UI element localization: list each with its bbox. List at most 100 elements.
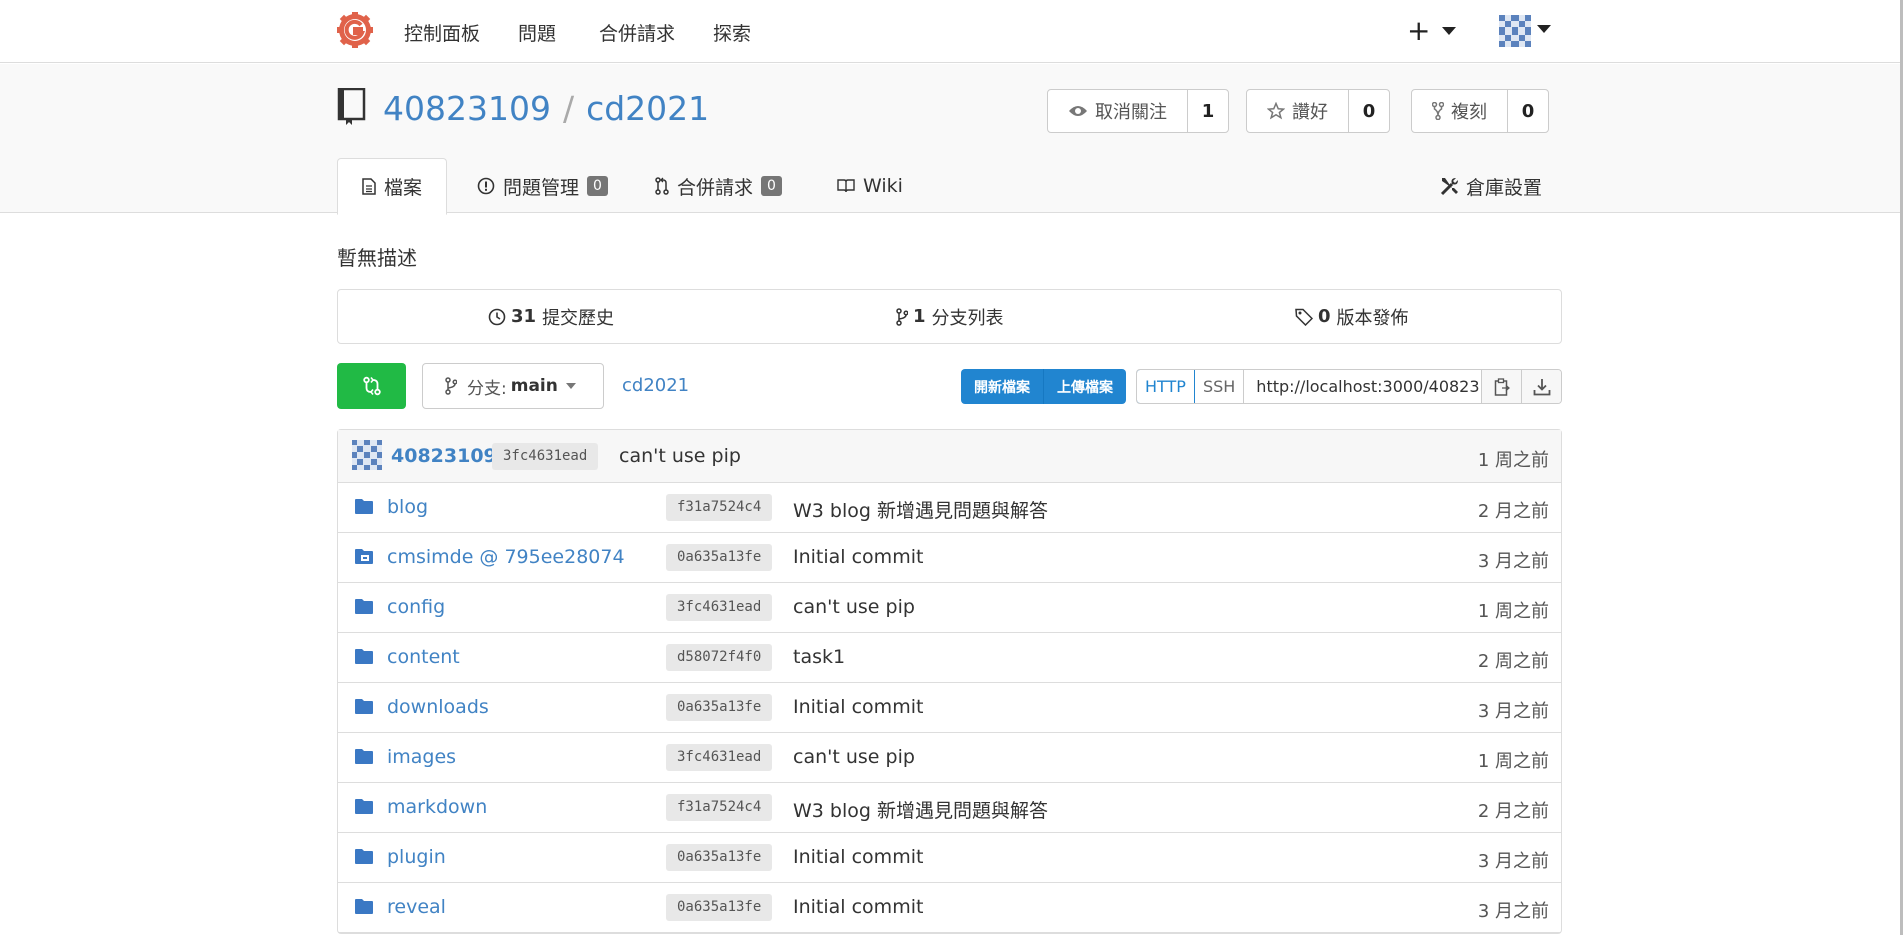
file-commit-sha[interactable]: 0a635a13fe [666, 894, 773, 921]
file-commit-age: 1 周之前 [1477, 751, 1549, 772]
fork-icon [1432, 102, 1444, 120]
tab-settings[interactable]: 倉庫設置 [1440, 158, 1542, 214]
file-commit-sha[interactable]: 0a635a13fe [666, 694, 773, 721]
file-commit-message[interactable]: task1 [793, 646, 845, 668]
user-avatar[interactable] [1499, 15, 1531, 47]
star-count[interactable]: 0 [1349, 90, 1389, 132]
branch-dropdown[interactable]: 分支: main [422, 363, 604, 409]
file-name-link[interactable]: cmsimde @ 795ee28074 [387, 546, 625, 568]
download-icon [1533, 378, 1551, 395]
file-commit-sha[interactable]: 0a635a13fe [666, 544, 773, 571]
file-commit-sha[interactable]: d58072f4f0 [666, 644, 773, 671]
chevron-down-icon[interactable] [1537, 25, 1551, 33]
star-button[interactable]: 讚好 [1247, 90, 1349, 132]
issues-count-badge: 0 [587, 176, 608, 196]
file-commit-message[interactable]: Initial commit [793, 546, 923, 568]
create-new-plus-icon[interactable]: + [1407, 14, 1430, 47]
clone-url-group: HTTP SSH http://localhost:3000/40823109/… [1136, 369, 1563, 404]
nav-dashboard[interactable]: 控制面板 [404, 19, 480, 46]
commits-count: 31 [511, 306, 537, 327]
releases-label: 版本發佈 [1336, 307, 1409, 329]
file-name-link[interactable]: config [387, 596, 445, 618]
file-commit-message[interactable]: can't use pip [793, 746, 915, 768]
file-name-link[interactable]: downloads [387, 696, 489, 718]
gogs-logo-icon[interactable] [337, 12, 373, 48]
tab-settings-label: 倉庫設置 [1466, 176, 1543, 199]
file-commit-sha[interactable]: f31a7524c4 [666, 494, 773, 521]
git-compare-icon [362, 376, 381, 396]
upload-file-button[interactable]: 上傳檔案 [1043, 369, 1126, 404]
tag-icon [1295, 308, 1313, 326]
file-commit-age: 3 月之前 [1477, 701, 1549, 722]
star-label: 讚好 [1292, 102, 1328, 123]
file-commit-message[interactable]: Initial commit [793, 846, 923, 868]
repo-root-breadcrumb[interactable]: cd2021 [622, 375, 689, 396]
tools-icon [1440, 178, 1458, 196]
watch-count[interactable]: 1 [1188, 90, 1228, 132]
file-name-link[interactable]: reveal [387, 896, 446, 918]
pulls-count-badge: 0 [761, 176, 782, 196]
copy-url-button[interactable] [1481, 370, 1522, 403]
file-commit-age: 2 月之前 [1477, 801, 1549, 822]
tab-files[interactable]: 檔案 [337, 158, 448, 215]
nav-issues[interactable]: 問題 [518, 19, 556, 46]
unwatch-label: 取消關注 [1095, 102, 1167, 123]
file-commit-message[interactable]: W3 blog 新增遇見問題與解答 [793, 796, 1048, 823]
branch-prefix: 分支: [467, 378, 507, 399]
tab-issues[interactable]: 問題管理 0 [477, 158, 608, 214]
tab-wiki[interactable]: Wiki [837, 158, 903, 214]
commit-sha-label[interactable]: 3fc4631ead [492, 443, 599, 470]
file-commit-message[interactable]: W3 blog 新增遇見問題與解答 [793, 496, 1048, 523]
file-text-icon [362, 178, 376, 195]
tab-files-label: 檔案 [384, 177, 423, 199]
nav-explore[interactable]: 探索 [713, 19, 751, 46]
branches-stat[interactable]: 1 分支列表 [896, 290, 1004, 343]
file-commit-sha[interactable]: 3fc4631ead [666, 594, 773, 621]
file-name-link[interactable]: plugin [387, 846, 446, 868]
compare-button[interactable] [337, 363, 406, 409]
download-button[interactable] [1521, 370, 1562, 403]
file-commit-sha[interactable]: f31a7524c4 [666, 794, 773, 821]
file-commit-age: 3 月之前 [1477, 551, 1549, 572]
clone-url-input[interactable]: http://localhost:3000/40823109/cd2021.gi… [1243, 370, 1481, 403]
repo-name-link[interactable]: cd2021 [586, 89, 709, 128]
http-clone-button[interactable]: HTTP [1137, 370, 1195, 403]
file-commit-message[interactable]: Initial commit [793, 896, 923, 918]
ssh-clone-button[interactable]: SSH [1195, 370, 1243, 403]
file-commit-message[interactable]: Initial commit [793, 696, 923, 718]
commit-author-avatar[interactable] [352, 440, 382, 470]
unwatch-button[interactable]: 取消關注 [1048, 90, 1188, 132]
fork-button[interactable]: 複刻 [1412, 90, 1508, 132]
repo-book-icon [337, 88, 366, 125]
releases-count: 0 [1318, 306, 1331, 327]
star-icon [1267, 102, 1285, 120]
file-row: downloads 0a635a13fe Initial commit 3 月之… [338, 683, 1561, 733]
file-name-link[interactable]: content [387, 646, 460, 668]
repo-title-separator: / [562, 89, 575, 128]
file-commit-age: 1 周之前 [1477, 601, 1549, 622]
eye-icon [1069, 106, 1087, 116]
commit-author-link[interactable]: 40823109 [391, 445, 497, 467]
fork-count[interactable]: 0 [1508, 90, 1548, 132]
new-file-button[interactable]: 開新檔案 [961, 369, 1043, 404]
file-commit-age: 2 周之前 [1477, 651, 1549, 672]
file-commit-message[interactable]: can't use pip [793, 596, 915, 618]
tab-pull-requests[interactable]: 合併請求 0 [655, 158, 782, 214]
chevron-down-icon[interactable] [1442, 27, 1456, 35]
file-commit-sha[interactable]: 3fc4631ead [666, 744, 773, 771]
file-name-link[interactable]: images [387, 746, 456, 768]
file-row: cmsimde @ 795ee28074 0a635a13fe Initial … [338, 533, 1561, 583]
file-commit-sha[interactable]: 0a635a13fe [666, 844, 773, 871]
file-name-link[interactable]: markdown [387, 796, 487, 818]
releases-stat[interactable]: 0 版本發佈 [1295, 290, 1409, 343]
nav-pulls[interactable]: 合併請求 [599, 19, 675, 46]
chevron-down-icon [565, 383, 576, 389]
commits-stat[interactable]: 31 提交歷史 [488, 290, 614, 343]
commit-message: can't use pip [619, 445, 741, 467]
repo-owner-link[interactable]: 40823109 [383, 89, 551, 128]
folder-icon [355, 799, 373, 814]
file-name-link[interactable]: blog [387, 496, 428, 518]
repo-header: 40823109 / cd2021 取消關注 1 讚好 0 複刻 0 檔案 問題管理… [0, 64, 1903, 215]
branch-name: main [510, 376, 558, 396]
folder-icon [355, 649, 373, 664]
